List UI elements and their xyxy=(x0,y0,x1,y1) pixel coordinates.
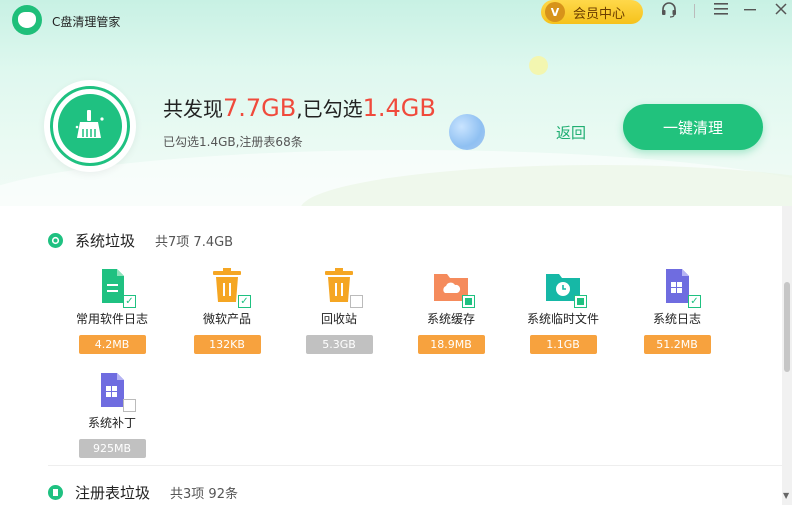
item-checkbox[interactable] xyxy=(462,295,475,308)
windows-doc-icon xyxy=(92,370,136,412)
clock-folder-icon xyxy=(543,266,587,308)
cloud-folder-icon xyxy=(431,266,475,308)
item-label: 系统临时文件 xyxy=(526,312,599,326)
item-checkbox[interactable] xyxy=(123,399,136,412)
trash-icon xyxy=(319,266,363,308)
registry-icon xyxy=(48,485,63,500)
header-banner: C盘清理管家 V 会员中心 共发现7.7GB,已勾选1.4GB 已勾选1.4GB… xyxy=(0,0,792,206)
decorative-bubble xyxy=(449,114,485,150)
close-icon[interactable] xyxy=(771,1,791,21)
item-label: 常用软件日志 xyxy=(75,312,148,326)
one-click-clean-button[interactable]: 一键清理 xyxy=(623,104,763,150)
summary-middle: ,已勾选 xyxy=(296,97,363,121)
item-label: 回收站 xyxy=(320,312,357,326)
decorative-bubble xyxy=(529,56,548,75)
list-item-microsoft[interactable]: ✓ 微软产品 132KB xyxy=(172,266,282,354)
item-checkbox[interactable]: ✓ xyxy=(123,295,136,308)
item-checkbox[interactable] xyxy=(574,295,587,308)
item-size-badge: 5.3GB xyxy=(305,335,373,354)
back-link[interactable]: 返回 xyxy=(556,122,586,143)
app-logo-icon xyxy=(12,5,42,35)
section-info: 共7项 7.4GB xyxy=(155,235,234,250)
section-divider xyxy=(48,465,782,466)
section-system-junk[interactable]: 系统垃圾 共7项 7.4GB xyxy=(48,230,233,251)
item-size-badge: 132KB xyxy=(193,335,261,354)
list-item-system-cache[interactable]: 系统缓存 18.9MB xyxy=(396,266,506,354)
found-size: 7.7GB xyxy=(223,94,297,122)
item-label: 系统缓存 xyxy=(426,312,475,326)
summary-detail: 已勾选1.4GB,注册表68条 xyxy=(163,135,303,149)
item-label: 系统补丁 xyxy=(87,416,136,430)
windows-doc-icon: ✓ xyxy=(657,266,701,308)
list-item-system-logs[interactable]: ✓ 系统日志 51.2MB xyxy=(622,266,732,354)
results-list[interactable]: 系统垃圾 共7项 7.4GB ✓ 常用软件日志 4.2MB ✓ 微软产品 132… xyxy=(0,206,782,505)
broom-icon xyxy=(58,94,122,158)
item-checkbox[interactable]: ✓ xyxy=(688,295,701,308)
scroll-down-arrow-icon[interactable]: ▼ xyxy=(783,491,789,500)
item-size-badge: 51.2MB xyxy=(643,335,711,354)
trash-icon: ✓ xyxy=(207,266,251,308)
item-size-badge: 4.2MB xyxy=(78,335,146,354)
document-icon: ✓ xyxy=(92,266,136,308)
titlebar-divider xyxy=(694,4,695,18)
gear-icon xyxy=(48,233,63,248)
item-checkbox[interactable]: ✓ xyxy=(238,295,251,308)
vip-center-button[interactable]: V 会员中心 xyxy=(541,0,643,24)
headset-icon[interactable] xyxy=(659,1,679,21)
clean-status-ring xyxy=(44,80,136,172)
item-size-badge: 18.9MB xyxy=(417,335,485,354)
menu-icon[interactable] xyxy=(711,1,731,21)
section-registry-junk[interactable]: 注册表垃圾 共3项 92条 xyxy=(48,482,238,503)
scan-summary: 共发现7.7GB,已勾选1.4GB xyxy=(163,93,436,122)
item-label: 微软产品 xyxy=(202,312,251,326)
vertical-scrollbar[interactable]: ▼ xyxy=(782,206,792,505)
minimize-icon[interactable] xyxy=(740,1,760,21)
item-size-badge: 1.1GB xyxy=(529,335,597,354)
vip-badge-icon: V xyxy=(545,2,565,22)
item-label: 系统日志 xyxy=(652,312,701,326)
summary-prefix: 共发现 xyxy=(163,97,223,121)
list-item-software-logs[interactable]: ✓ 常用软件日志 4.2MB xyxy=(57,266,167,354)
list-item-temp-files[interactable]: 系统临时文件 1.1GB xyxy=(508,266,618,354)
list-item-recycle-bin[interactable]: 回收站 5.3GB xyxy=(284,266,394,354)
section-title: 注册表垃圾 xyxy=(75,484,151,502)
app-title: C盘清理管家 xyxy=(52,15,121,29)
item-size-badge: 925MB xyxy=(78,439,146,458)
scrollbar-thumb[interactable] xyxy=(784,282,790,372)
section-info: 共3项 92条 xyxy=(170,487,238,502)
vip-center-label: 会员中心 xyxy=(573,6,626,22)
selected-size: 1.4GB xyxy=(362,94,436,122)
item-checkbox[interactable] xyxy=(350,295,363,308)
list-item-system-patches[interactable]: 系统补丁 925MB xyxy=(57,370,167,458)
section-title: 系统垃圾 xyxy=(75,232,136,250)
